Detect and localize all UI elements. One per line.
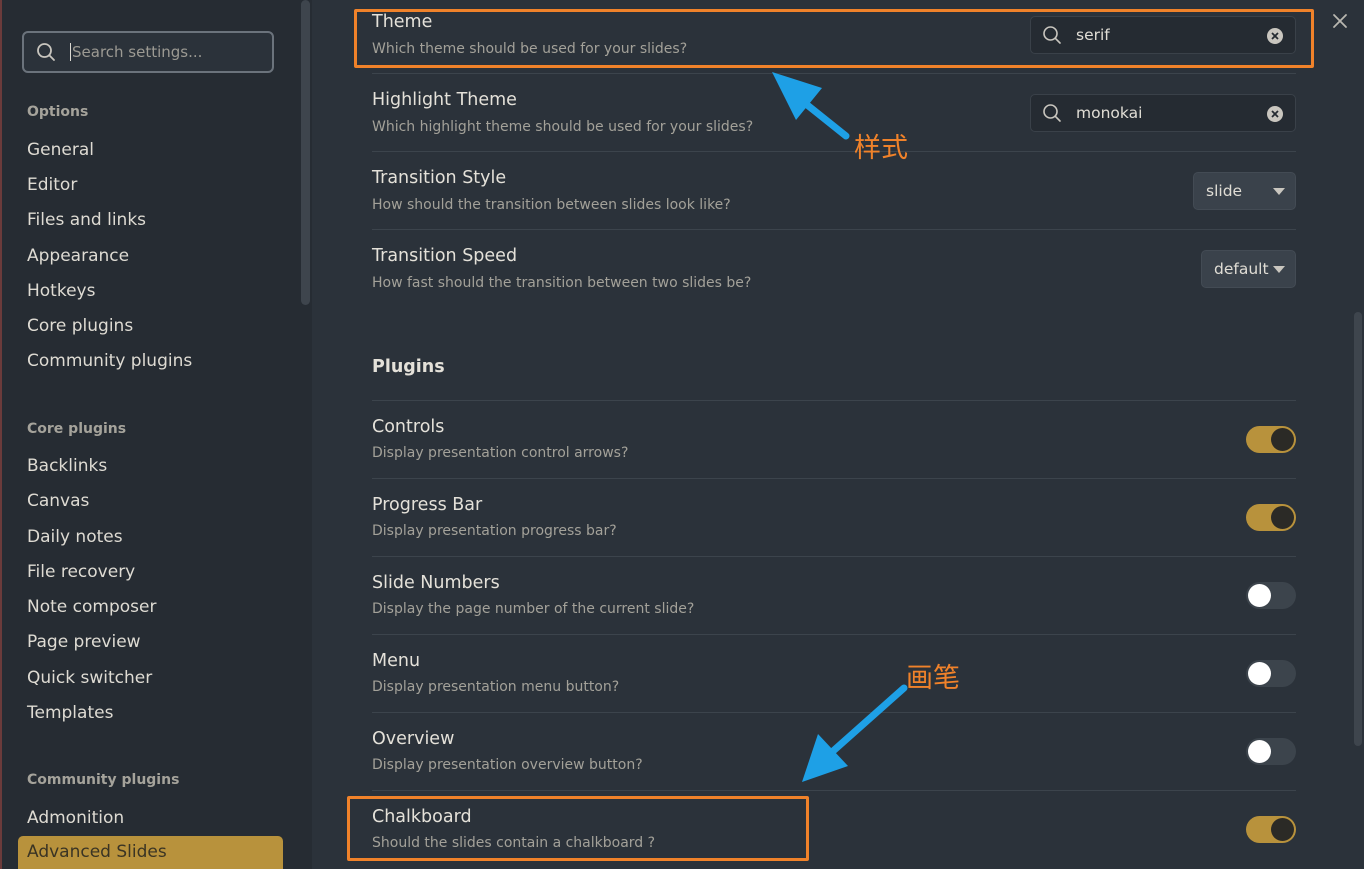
toggle-knob [1248, 740, 1271, 763]
close-icon[interactable] [1329, 10, 1351, 32]
annotation-style-label: 样式 [854, 133, 908, 164]
sidebar-item-editor[interactable]: Editor [27, 175, 77, 195]
annotation-brush-label: 画笔 [906, 663, 960, 694]
transition-speed-dropdown[interactable]: default [1201, 250, 1296, 288]
divider [372, 400, 1296, 401]
settings-search-box[interactable] [22, 31, 274, 73]
search-icon [1043, 104, 1061, 122]
sidebar-item-admonition[interactable]: Admonition [27, 808, 124, 828]
sidebar-item-quick-switcher[interactable]: Quick switcher [27, 668, 152, 688]
settings-sidebar: Options General Editor Files and links A… [0, 0, 312, 869]
divider [372, 712, 1296, 713]
sidebar-item-files-and-links[interactable]: Files and links [27, 210, 146, 230]
plugin-controls-name: Controls [372, 417, 445, 437]
setting-transition-style-name: Transition Style [372, 168, 507, 188]
setting-transition-style-desc: How should the transition between slides… [372, 197, 731, 213]
sidebar-item-file-recovery[interactable]: File recovery [27, 562, 135, 582]
divider [372, 151, 1296, 152]
sidebar-item-core-plugins[interactable]: Core plugins [27, 316, 133, 336]
setting-highlight-theme-name: Highlight Theme [372, 90, 517, 110]
plugins-heading: Plugins [372, 357, 445, 377]
sidebar-item-note-composer[interactable]: Note composer [27, 597, 156, 617]
section-heading-core-plugins: Core plugins [27, 421, 127, 437]
sidebar-item-backlinks[interactable]: Backlinks [27, 456, 107, 476]
divider [372, 790, 1296, 791]
progress-bar-toggle[interactable] [1246, 504, 1296, 531]
sidebar-item-daily-notes[interactable]: Daily notes [27, 527, 123, 547]
divider [372, 634, 1296, 635]
controls-toggle[interactable] [1246, 426, 1296, 453]
plugin-menu-desc: Display presentation menu button? [372, 679, 620, 695]
highlight-theme-value[interactable]: monokai [1076, 104, 1142, 122]
plugin-progress-bar-desc: Display presentation progress bar? [372, 523, 617, 539]
sidebar-item-advanced-slides[interactable]: Advanced Slides [18, 836, 283, 869]
transition-style-dropdown[interactable]: slide [1193, 172, 1296, 210]
section-heading-community-plugins: Community plugins [27, 772, 180, 788]
plugin-menu-name: Menu [372, 651, 421, 671]
chevron-down-icon [1273, 266, 1285, 273]
chalkboard-highlight-box [347, 796, 809, 861]
overview-toggle[interactable] [1246, 738, 1296, 765]
toggle-knob [1248, 662, 1271, 685]
divider [372, 73, 1296, 74]
sidebar-item-templates[interactable]: Templates [27, 703, 113, 723]
toggle-knob [1248, 584, 1271, 607]
divider [372, 556, 1296, 557]
setting-transition-speed-name: Transition Speed [372, 246, 518, 266]
sidebar-item-canvas[interactable]: Canvas [27, 491, 89, 511]
toggle-knob [1271, 818, 1294, 841]
highlight-theme-search-field[interactable]: monokai [1030, 94, 1296, 132]
toggle-knob [1271, 428, 1294, 451]
plugin-controls-desc: Display presentation control arrows? [372, 445, 629, 461]
divider [372, 478, 1296, 479]
plugin-overview-desc: Display presentation overview button? [372, 757, 643, 773]
menu-toggle[interactable] [1246, 660, 1296, 687]
section-heading-options: Options [27, 104, 89, 120]
sidebar-item-page-preview[interactable]: Page preview [27, 632, 141, 652]
sidebar-item-hotkeys[interactable]: Hotkeys [27, 281, 95, 301]
transition-style-value: slide [1206, 182, 1243, 200]
sidebar-scrollbar[interactable] [301, 0, 310, 305]
settings-search-input[interactable] [70, 43, 260, 61]
sidebar-item-general[interactable]: General [27, 140, 94, 160]
chalkboard-toggle[interactable] [1246, 816, 1296, 843]
transition-speed-value: default [1214, 260, 1269, 278]
slide-numbers-toggle[interactable] [1246, 582, 1296, 609]
theme-highlight-box [354, 9, 1314, 68]
sidebar-item-community-plugins[interactable]: Community plugins [27, 351, 192, 371]
setting-transition-speed-desc: How fast should the transition between t… [372, 275, 752, 291]
plugin-overview-name: Overview [372, 729, 455, 749]
plugin-slide-numbers-desc: Display the page number of the current s… [372, 601, 695, 617]
toggle-knob [1271, 506, 1294, 529]
plugin-slide-numbers-name: Slide Numbers [372, 573, 500, 593]
plugin-progress-bar-name: Progress Bar [372, 495, 483, 515]
content-scrollbar[interactable] [1354, 312, 1362, 746]
sidebar-item-appearance[interactable]: Appearance [27, 246, 129, 266]
chevron-down-icon [1273, 188, 1285, 195]
setting-highlight-theme-desc: Which highlight theme should be used for… [372, 119, 754, 135]
search-icon [37, 43, 55, 61]
divider [372, 229, 1296, 230]
clear-icon[interactable] [1267, 106, 1283, 122]
